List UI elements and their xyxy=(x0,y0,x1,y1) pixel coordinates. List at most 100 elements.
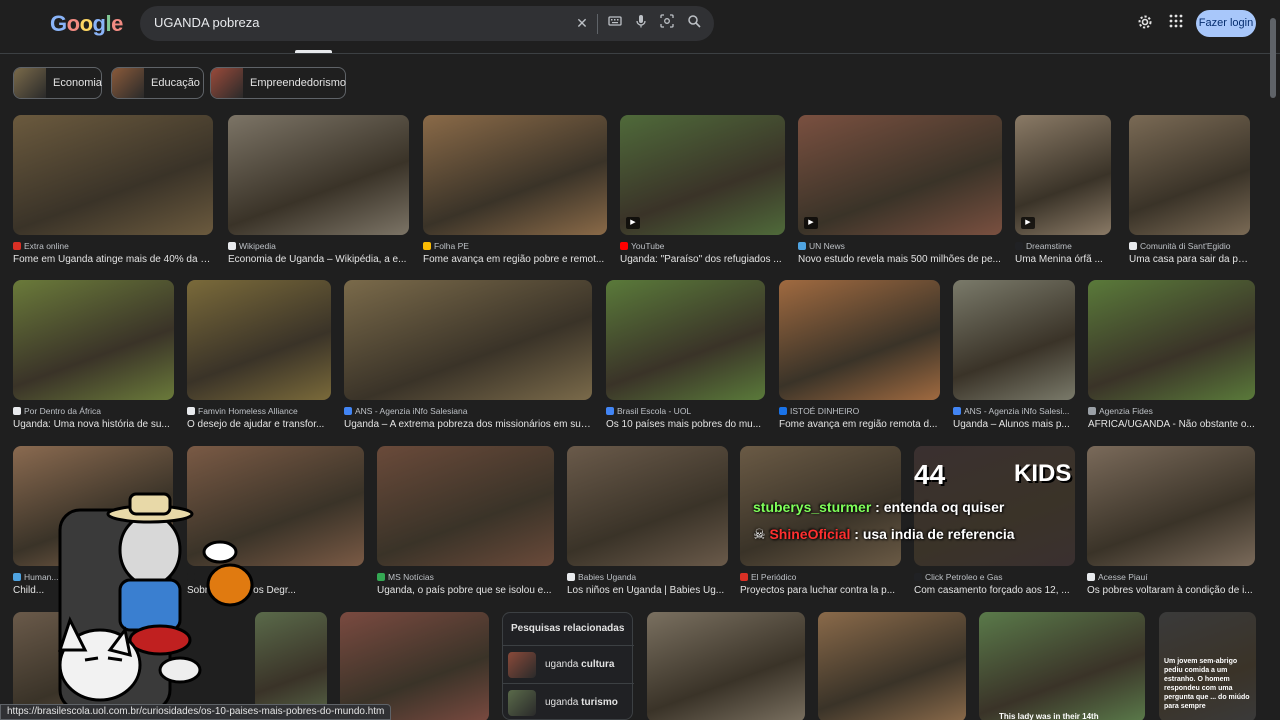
image-thumbnail[interactable] xyxy=(567,446,728,566)
image-caption[interactable]: Uganda: "Paraíso" dos refugiados ... xyxy=(620,254,785,265)
chip-educacao[interactable]: Educação xyxy=(111,67,204,99)
image-thumbnail[interactable] xyxy=(187,280,331,400)
favicon-icon xyxy=(798,242,806,250)
image-caption[interactable]: Uma casa para sair da pob... xyxy=(1129,254,1250,265)
image-source[interactable]: El Periódico xyxy=(740,572,901,582)
related-search-item[interactable]: uganda turismo xyxy=(503,683,634,720)
image-thumbnail[interactable] xyxy=(606,280,765,400)
lens-icon[interactable] xyxy=(658,14,676,32)
image-source[interactable]: Brasil Escola - UOL xyxy=(606,406,765,416)
logo-letter: G xyxy=(50,11,67,36)
image-caption[interactable]: Os pobres voltaram à condição de i... xyxy=(1087,585,1255,596)
image-thumbnail[interactable]: This lady was in their 14th xyxy=(979,612,1145,720)
google-logo[interactable]: Google xyxy=(50,11,123,37)
image-thumbnail[interactable]: ▶ xyxy=(798,115,1002,235)
image-caption[interactable]: Economia de Uganda – Wikipédia, a e... xyxy=(228,254,409,265)
chip-label: Economia xyxy=(53,77,102,89)
image-thumbnail[interactable] xyxy=(818,612,966,720)
image-thumbnail[interactable] xyxy=(377,446,554,566)
related-search-item[interactable]: uganda cultura xyxy=(503,645,634,683)
search-icon[interactable] xyxy=(685,14,703,32)
image-source[interactable]: Famvin Homeless Alliance xyxy=(187,406,331,416)
image-caption[interactable]: Uganda: Uma nova história de su... xyxy=(13,419,174,430)
image-thumbnail[interactable] xyxy=(1088,280,1255,400)
image-source[interactable]: MS Notícias xyxy=(377,572,554,582)
header: Google UGANDA pobreza ✕ Fazer login xyxy=(0,0,1280,54)
image-source[interactable]: YouTube xyxy=(620,241,785,251)
image-thumbnail[interactable] xyxy=(779,280,940,400)
image-caption[interactable]: Fome em Uganda atinge mais de 40% da p..… xyxy=(13,254,213,265)
chip-economia[interactable]: Economia xyxy=(13,67,102,99)
image-thumbnail[interactable]: Um jovem sem-abrigo pediu comida a um es… xyxy=(1159,612,1256,720)
chat-message: ☠ ShineOficial : usa india de referencia xyxy=(753,526,1015,543)
image-source[interactable]: Babies Uganda xyxy=(567,572,728,582)
mic-icon[interactable] xyxy=(632,14,650,32)
image-thumbnail[interactable] xyxy=(647,612,805,720)
image-thumbnail[interactable]: ▶ xyxy=(1015,115,1111,235)
image-caption[interactable]: Os 10 países mais pobres do mu... xyxy=(606,419,765,430)
image-source[interactable]: Agenzia Fides xyxy=(1088,406,1255,416)
apps-icon[interactable] xyxy=(1166,14,1186,34)
source-name: Folha PE xyxy=(434,241,469,251)
image-caption[interactable]: Com casamento forçado aos 12, ... xyxy=(914,585,1075,596)
image-source[interactable]: Click Petroleo e Gas xyxy=(914,572,1075,582)
google-images-page: Google UGANDA pobreza ✕ Fazer login Econ… xyxy=(0,0,1280,720)
image-thumbnail[interactable] xyxy=(344,280,592,400)
image-source[interactable]: Por Dentro da África xyxy=(13,406,174,416)
image-source[interactable]: Comunità di Sant'Egidio xyxy=(1129,241,1250,251)
image-thumbnail[interactable] xyxy=(13,115,213,235)
image-source[interactable]: UN News xyxy=(798,241,1002,251)
image-source[interactable]: ANS - Agenzia iNfo Salesi... xyxy=(953,406,1075,416)
favicon-icon xyxy=(606,407,614,415)
search-box[interactable]: UGANDA pobreza ✕ xyxy=(140,6,714,41)
clear-icon[interactable]: ✕ xyxy=(573,14,591,32)
settings-icon[interactable] xyxy=(1135,14,1155,34)
source-name: El Periódico xyxy=(751,572,797,582)
login-button[interactable]: Fazer login xyxy=(1196,10,1256,37)
source-name: YouTube xyxy=(631,241,665,251)
image-caption[interactable]: O desejo de ajudar e transfor... xyxy=(187,419,331,430)
image-caption[interactable]: Novo estudo revela mais 500 milhões de p… xyxy=(798,254,1002,265)
source-name: ANS - Agenzia iNfo Salesi... xyxy=(964,406,1070,416)
image-source[interactable]: Folha PE xyxy=(423,241,607,251)
source-name: Brasil Escola - UOL xyxy=(617,406,692,416)
chip-label: Empreendedorismo xyxy=(250,77,346,89)
image-caption[interactable]: Fome avança em região pobre e remot... xyxy=(423,254,607,265)
image-caption[interactable]: Uma Menina órfã ... xyxy=(1015,254,1111,265)
tab-images-indicator xyxy=(295,50,332,53)
image-thumbnail[interactable] xyxy=(953,280,1075,400)
related-thumbnail xyxy=(508,652,536,678)
image-source[interactable]: Wikipedia xyxy=(228,241,409,251)
image-caption[interactable]: Proyectos para luchar contra la p... xyxy=(740,585,901,596)
scrollbar[interactable] xyxy=(1270,18,1276,98)
favicon-icon xyxy=(423,242,431,250)
image-caption[interactable]: Uganda – Alunos mais p... xyxy=(953,419,1075,430)
video-badge-icon: ▶ xyxy=(626,217,640,229)
image-thumbnail[interactable] xyxy=(13,280,174,400)
image-thumbnail[interactable]: ▶ xyxy=(620,115,785,235)
image-caption[interactable]: Uganda – A extrema pobreza dos missionár… xyxy=(344,419,592,430)
image-source[interactable]: ISTOÉ DINHEIRO xyxy=(779,406,940,416)
logo-letter: o xyxy=(66,11,80,36)
image-source[interactable]: Dreamstime xyxy=(1015,241,1111,251)
chip-empreendedorismo[interactable]: Empreendedorismo xyxy=(210,67,346,99)
image-source[interactable]: Extra online xyxy=(13,241,213,251)
image-caption[interactable]: Fome avança em região remota d... xyxy=(779,419,940,430)
image-caption[interactable]: Los niños en Uganda | Babies Ug... xyxy=(567,585,728,596)
image-source[interactable]: Acesse Piauí xyxy=(1087,572,1255,582)
image-caption[interactable]: ÁFRICA/UGANDA - Não obstante o... xyxy=(1088,419,1255,430)
source-name: Comunità di Sant'Egidio xyxy=(1140,241,1231,251)
source-name: ANS - Agenzia iNfo Salesiana xyxy=(355,406,468,416)
status-bar-url: https://brasilescola.uol.com.br/curiosid… xyxy=(0,704,392,720)
image-caption[interactable]: Uganda, o país pobre que se isolou e... xyxy=(377,585,554,596)
keyboard-icon[interactable] xyxy=(606,14,624,32)
chat-separator: : xyxy=(871,499,884,515)
image-thumbnail[interactable] xyxy=(228,115,409,235)
source-name: Wikipedia xyxy=(239,241,276,251)
search-input[interactable]: UGANDA pobreza xyxy=(154,15,260,30)
favicon-icon xyxy=(13,407,21,415)
image-thumbnail[interactable] xyxy=(423,115,607,235)
image-thumbnail[interactable] xyxy=(1129,115,1250,235)
image-source[interactable]: ANS - Agenzia iNfo Salesiana xyxy=(344,406,592,416)
chat-username: ShineOficial xyxy=(769,526,851,542)
